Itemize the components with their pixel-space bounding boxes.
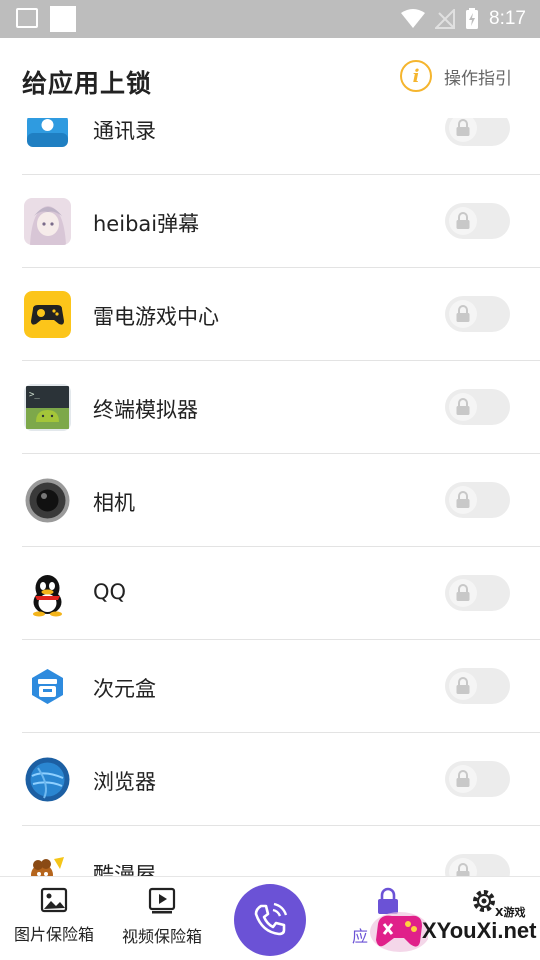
watermark: X游戏 XYouXi.net <box>370 900 540 960</box>
guide-label: 操作指引 <box>444 68 512 89</box>
app-row[interactable]: 通讯录 <box>0 118 540 175</box>
heibai-danmu-icon <box>24 198 71 245</box>
lock-icon <box>456 305 470 322</box>
lock-toggle[interactable] <box>445 389 510 425</box>
kumanwu-icon <box>24 849 71 878</box>
ciyuanhe-icon <box>24 663 71 710</box>
terminal-android-icon: >_ <box>24 384 71 431</box>
app-row[interactable]: heibai弹幕 <box>0 175 540 268</box>
wifi-icon <box>401 9 426 28</box>
lock-toggle[interactable] <box>445 668 510 704</box>
app-name: 浏览器 <box>93 770 156 794</box>
app-row[interactable]: >_ 终端模拟器 <box>0 361 540 454</box>
phone-icon <box>254 902 288 936</box>
gallery-notification-icon <box>16 8 38 28</box>
watermark-brand: XYouXi.net <box>422 918 537 943</box>
svg-text:>_: >_ <box>29 390 40 400</box>
camera-lens-icon <box>24 477 71 524</box>
app-name: heibai弹幕 <box>93 212 200 236</box>
nav-video-vault[interactable]: 视频保险箱 <box>108 887 216 947</box>
lock-icon <box>456 398 470 415</box>
lock-icon <box>456 584 470 601</box>
lock-toggle[interactable] <box>445 296 510 332</box>
lock-icon <box>456 677 470 694</box>
nav-photo-vault[interactable]: 图片保险箱 <box>0 887 108 945</box>
nav-label: 图片保险箱 <box>13 925 94 944</box>
nav-label: 视频保险箱 <box>121 927 202 946</box>
lock-toggle[interactable] <box>445 118 510 146</box>
lock-toggle[interactable] <box>445 761 510 797</box>
page-title: 给应用上锁 <box>22 69 153 98</box>
clock: 8:17 <box>489 8 526 29</box>
browser-globe-icon <box>24 756 71 803</box>
lock-icon <box>456 770 470 787</box>
app-name: 雷电游戏中心 <box>93 305 219 329</box>
image-icon <box>40 887 68 913</box>
info-icon: i <box>400 60 432 92</box>
app-name: 相机 <box>93 491 135 515</box>
lock-icon <box>456 491 470 508</box>
app-row[interactable]: 浏览器 <box>0 733 540 826</box>
app-row[interactable]: 相机 <box>0 454 540 547</box>
guide-button[interactable]: i 操作指引 <box>400 60 512 92</box>
app-row[interactable]: 次元盒 <box>0 640 540 733</box>
header: 给应用上锁 i 操作指引 <box>0 38 540 118</box>
app-name: 终端模拟器 <box>93 398 198 422</box>
lock-toggle[interactable] <box>445 854 510 878</box>
status-bar: 8:17 <box>0 0 540 38</box>
app-row[interactable]: 酷漫屋 <box>0 826 540 878</box>
qq-penguin-icon <box>24 570 71 617</box>
video-play-icon <box>148 887 176 914</box>
xyouxi-logo-icon <box>370 912 428 952</box>
battery-charging-icon <box>466 8 479 29</box>
call-button[interactable] <box>234 884 306 956</box>
lock-icon <box>456 119 470 136</box>
app-name: QQ <box>93 580 127 604</box>
app-list[interactable]: 通讯录 heibai弹幕 雷电游戏中心 >_ 终端模拟器 相机 QQ 次元盒 浏… <box>0 118 540 878</box>
app-row[interactable]: QQ <box>0 547 540 640</box>
contacts-icon <box>24 118 71 152</box>
notification-icon <box>50 6 76 32</box>
nav-label: 应 <box>352 927 369 946</box>
app-name: 通讯录 <box>93 119 156 143</box>
no-signal-icon <box>435 9 456 29</box>
lock-icon <box>456 212 470 229</box>
gamepad-icon <box>24 291 71 338</box>
lock-toggle[interactable] <box>445 203 510 239</box>
lock-toggle[interactable] <box>445 575 510 611</box>
app-name: 次元盒 <box>93 677 156 701</box>
app-row[interactable]: 雷电游戏中心 <box>0 268 540 361</box>
lock-toggle[interactable] <box>445 482 510 518</box>
